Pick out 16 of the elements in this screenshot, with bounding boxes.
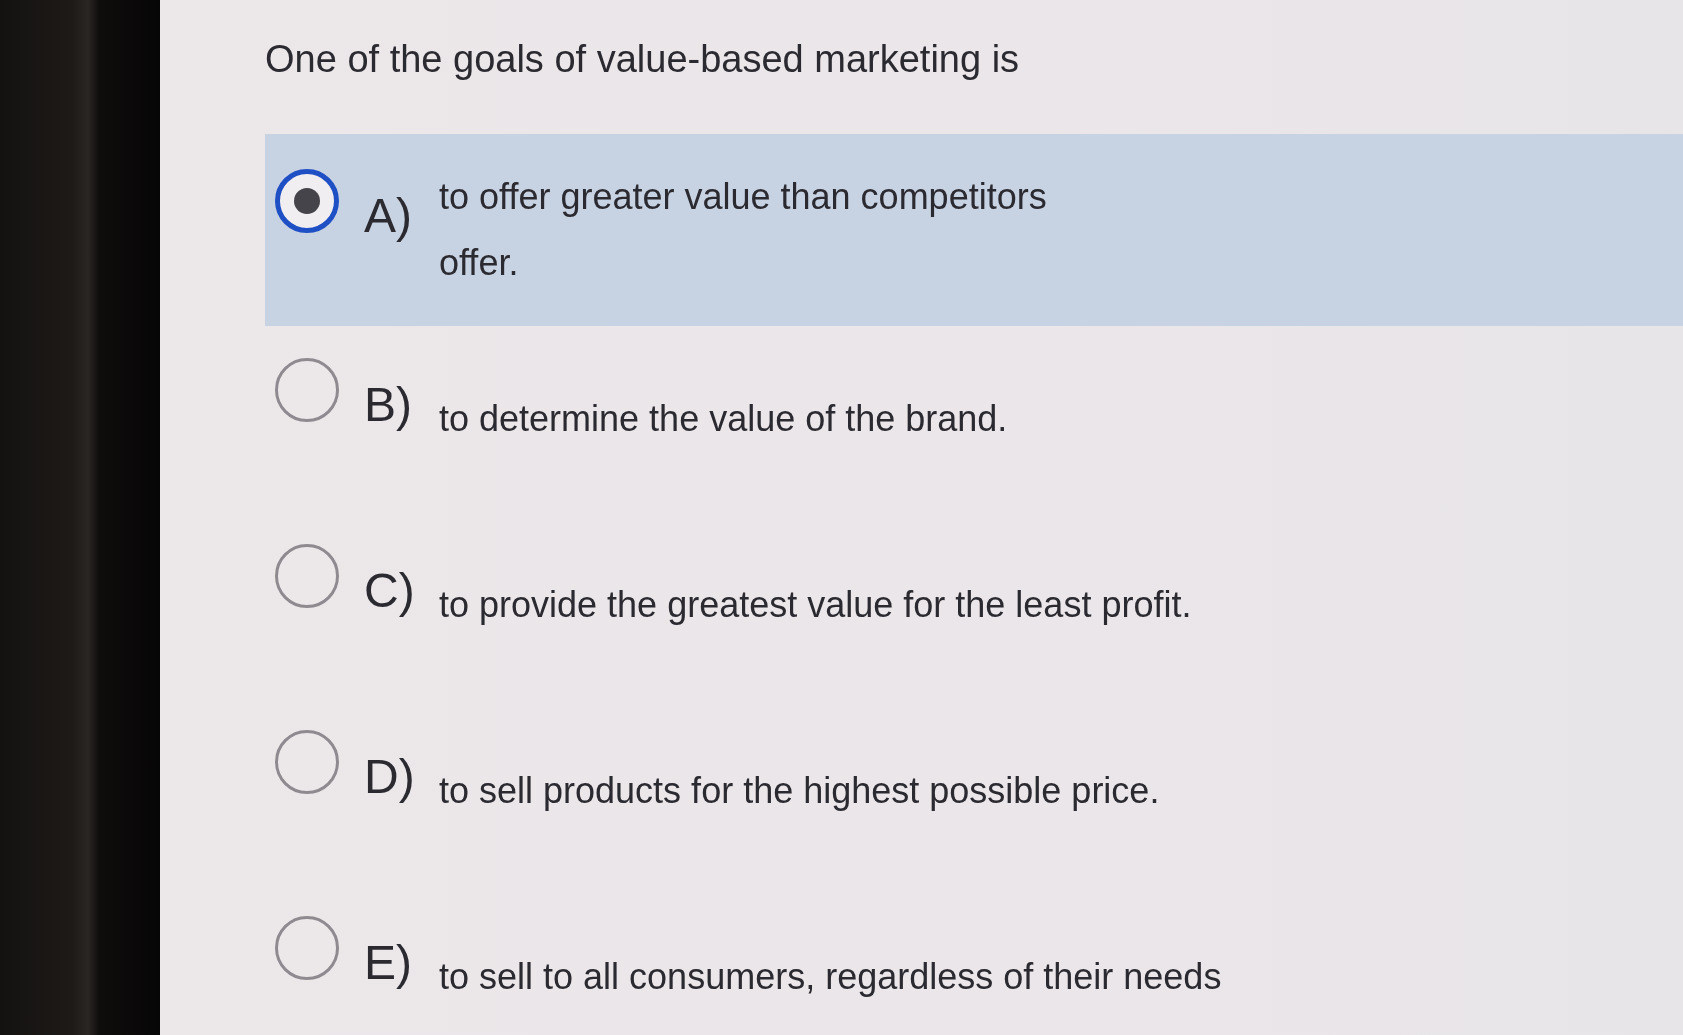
radio-button[interactable] xyxy=(275,543,339,608)
answer-option-text[interactable]: to offer greater value than competitors offer. xyxy=(439,163,1047,296)
answer-option-text[interactable]: to provide the greatest value for the least profit. xyxy=(439,571,1192,638)
answer-option-text[interactable]: to sell to all consumers, regardless of their needs xyxy=(439,943,1222,1010)
option-letter: A) xyxy=(364,191,413,240)
radio-button[interactable] xyxy=(275,357,339,422)
radio-button[interactable] xyxy=(275,915,339,980)
question-text: One of the goals of value-based marketing is xyxy=(265,37,1021,82)
answer-option-text[interactable]: to sell products for the highest possible price. xyxy=(439,757,1160,824)
answer-option-text[interactable]: to determine the value of the brand. xyxy=(439,385,1008,452)
radio-button-selected[interactable] xyxy=(275,168,339,233)
radio-button[interactable] xyxy=(275,729,339,794)
option-letter: D) xyxy=(364,752,416,801)
option-letter: B) xyxy=(364,380,413,429)
option-letter: C) xyxy=(364,566,416,615)
option-letter: E) xyxy=(364,938,413,987)
